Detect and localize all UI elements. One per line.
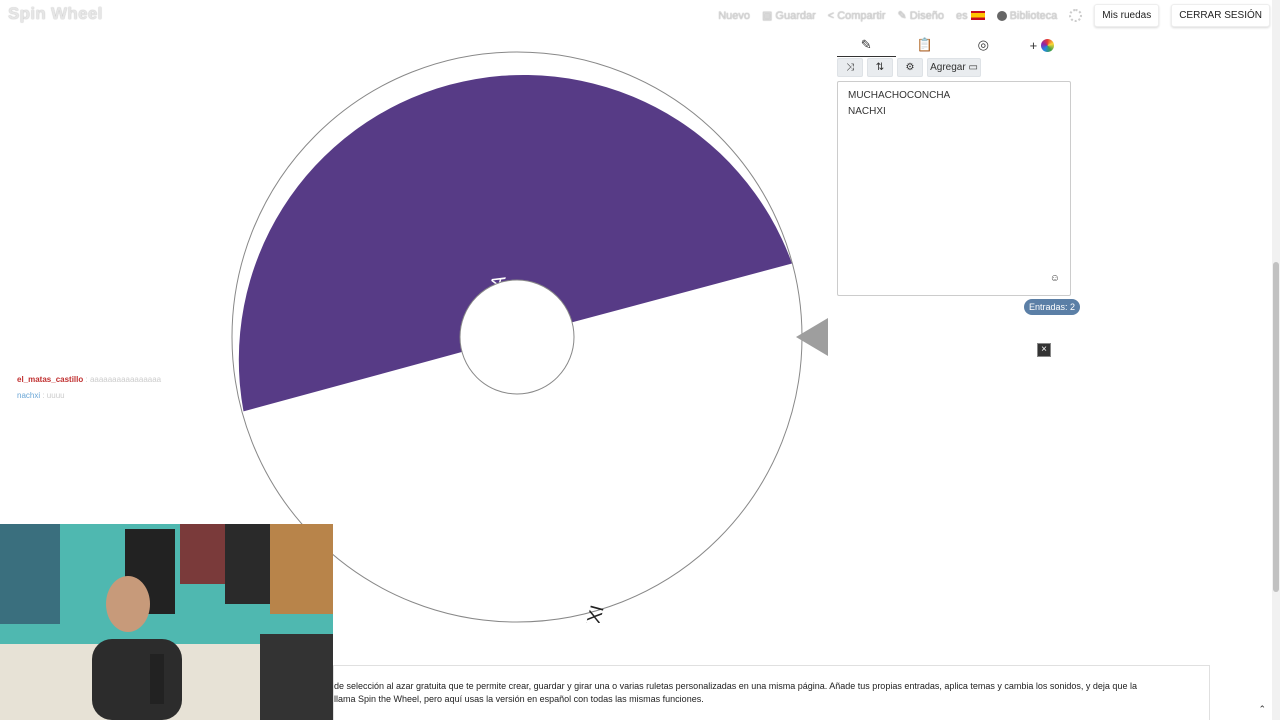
chat-username: nachxi — [17, 391, 41, 400]
plus-icon: + — [1029, 37, 1038, 53]
entries-textarea[interactable]: MUCHACHOCONCHA NACHXI ☺ — [837, 81, 1071, 296]
library-label: Biblioteca — [1009, 9, 1058, 22]
sort-button[interactable]: ⇅ — [867, 58, 893, 77]
library-link[interactable]: Biblioteca — [996, 9, 1058, 22]
panel-tabs: ✎ 📋 ◎ + — [837, 34, 1072, 57]
image-icon: ▭ — [968, 62, 978, 73]
tab-add-theme[interactable]: + — [1013, 34, 1072, 56]
chat-message: el_matas_castillo : aaaaaaaaaaaaaaaa — [17, 375, 162, 384]
my-wheels-button[interactable]: Mis ruedas — [1094, 4, 1160, 27]
share-label: Compartir — [837, 9, 886, 22]
entry-count-badge: Entradas: 2 — [1024, 299, 1081, 315]
chat-message: nachxi : uuuu — [17, 391, 65, 400]
webcam-overlay — [0, 524, 333, 720]
settings-link[interactable] — [1069, 9, 1083, 22]
tab-results[interactable]: 📋 — [896, 34, 955, 56]
shuffle-button[interactable]: ⤨ — [837, 58, 863, 77]
editor-panel: ✎ 📋 ◎ + ⤨ ⇅ ⚙ Agregar ▭ MUCHACHOCONCHA N… — [837, 34, 1071, 296]
shuffle-icon: ⤨ — [846, 62, 854, 73]
webcam-image — [0, 524, 333, 720]
share-icon: < — [827, 9, 835, 22]
eye-slash-icon: ◎ — [977, 37, 989, 52]
settings-button[interactable]: ⚙ — [897, 58, 923, 77]
scrollbar-thumb[interactable] — [1273, 262, 1279, 592]
chat-username: el_matas_castillo — [17, 375, 84, 384]
sort-icon: ⇅ — [875, 62, 885, 73]
entry-line: NACHXI — [848, 106, 886, 117]
panel-tools: ⤨ ⇅ ⚙ Agregar ▭ — [837, 58, 1071, 77]
gear-icon: ⚙ — [905, 62, 915, 73]
design-label: Diseño — [909, 9, 944, 22]
globe-icon — [996, 10, 1007, 21]
chat-text: uuuu — [46, 391, 65, 400]
wheel-pointer-icon — [796, 318, 828, 356]
entry-line: MUCHACHOCONCHA — [848, 90, 951, 101]
pencil-icon: ✎ — [860, 36, 872, 52]
language-label: es — [955, 9, 968, 22]
close-icon[interactable]: × — [1037, 343, 1051, 357]
chat-text: aaaaaaaaaaaaaaaa — [89, 375, 162, 384]
add-label: Agregar — [930, 62, 966, 73]
description-box: de selección al azar gratuita que te per… — [333, 665, 1210, 720]
tab-edit[interactable]: ✎ — [837, 34, 896, 57]
gear-icon — [1069, 9, 1083, 22]
design-link[interactable]: ✎ Diseño — [897, 9, 944, 23]
logout-button[interactable]: CERRAR SESIÓN — [1171, 4, 1270, 27]
app-logo[interactable]: Spin Wheel — [8, 4, 103, 24]
language-selector[interactable]: es — [956, 10, 985, 22]
top-navigation: Nuevo ▣ Guardar < Compartir ✎ Diseño es Bib… — [718, 4, 1270, 27]
save-icon: ▣ — [762, 10, 773, 22]
description-line: de selección al azar gratuita que te per… — [334, 681, 1137, 691]
add-image-button[interactable]: Agregar ▭ — [927, 58, 981, 77]
spain-flag-icon — [970, 11, 985, 20]
emoji-icon[interactable]: ☺ — [1050, 271, 1060, 287]
save-label: Guardar — [775, 9, 816, 22]
wheel-center-hub[interactable] — [459, 279, 575, 395]
scroll-up-icon[interactable]: ⌃ — [1258, 704, 1266, 715]
share-link[interactable]: < Compartir — [828, 10, 886, 22]
page-scrollbar[interactable] — [1272, 0, 1280, 720]
chat-overlay: el_matas_castillo : aaaaaaaaaaaaaaaa nac… — [17, 372, 161, 404]
description-line: llama Spin the Wheel, pero aquí usas la … — [334, 694, 704, 704]
pencil-icon: ✎ — [897, 10, 907, 22]
new-label: Nuevo — [718, 9, 750, 22]
new-link[interactable]: Nuevo — [718, 10, 750, 22]
clipboard-icon: 📋 — [916, 37, 933, 52]
save-link[interactable]: ▣ Guardar — [762, 9, 816, 23]
color-wheel-icon — [1040, 38, 1054, 52]
tab-hidden[interactable]: ◎ — [954, 34, 1013, 56]
